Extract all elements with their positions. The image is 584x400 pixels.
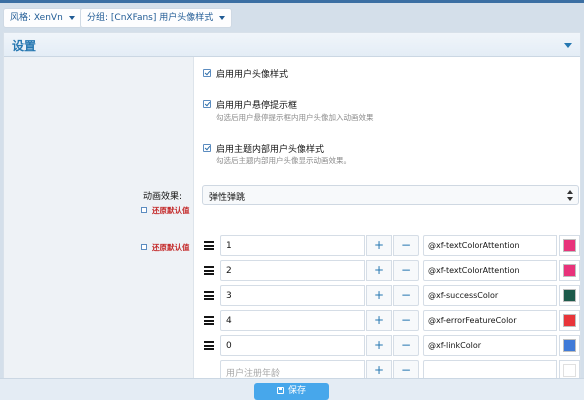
save-icon — [276, 387, 284, 394]
drag-handle-icon[interactable] — [204, 266, 214, 275]
group-chooser-value: [CnXFans] 用户头像样式 — [110, 13, 214, 23]
age-input[interactable]: 4 — [220, 310, 365, 331]
animation-label: 动画效果: — [143, 192, 183, 202]
enable-thread-avatar-hint: 勾选后主题内部用户头像显示动画效果。 — [216, 156, 351, 165]
style-chooser-label: 风格: — [10, 13, 32, 23]
color-swatch — [563, 289, 576, 302]
color-row: 0 + − @xf-linkColor — [202, 335, 582, 357]
page-title: 设置 — [12, 39, 37, 53]
drag-handle-icon[interactable] — [204, 241, 214, 250]
group-chooser-label: 分组: — [87, 13, 109, 23]
colors-reset-checkbox[interactable] — [141, 244, 147, 250]
color-picker-button[interactable] — [559, 260, 580, 281]
age-value: 1 — [226, 241, 232, 251]
color-value: @xf-linkColor — [428, 341, 482, 350]
color-swatch — [563, 364, 576, 377]
color-value: @xf-textColorAttention — [428, 266, 520, 275]
select-arrows-icon — [567, 190, 573, 201]
panel-header[interactable]: 设置 — [4, 33, 580, 57]
age-input[interactable]: 3 — [220, 285, 365, 306]
enable-avatar-style-label: 启用用户头像样式 — [216, 70, 289, 80]
color-picker-button[interactable] — [559, 285, 580, 306]
color-swatch — [563, 339, 576, 352]
decrement-button[interactable]: − — [393, 310, 419, 331]
animation-select-value: 弹性弹跳 — [209, 193, 246, 203]
form-footer: 保存 — [0, 378, 584, 400]
age-input[interactable]: 2 — [220, 260, 365, 281]
breadcrumb: 风格: XenVn 分组: [CnXFans] 用户头像样式 — [0, 3, 584, 31]
increment-button[interactable]: + — [366, 310, 392, 331]
animation-reset-label: 还原默认值 — [152, 206, 190, 215]
color-row: 4 + − @xf-errorFeatureColor — [202, 310, 582, 332]
color-value: @xf-errorFeatureColor — [428, 316, 517, 325]
increment-button[interactable]: + — [366, 285, 392, 306]
animation-select[interactable]: 弹性弹跳 — [202, 185, 579, 205]
age-value: 2 — [226, 266, 232, 276]
increment-button[interactable]: + — [366, 335, 392, 356]
decrement-button[interactable]: − — [393, 260, 419, 281]
style-chooser-value: XenVn — [33, 13, 63, 23]
group-chooser[interactable]: 分组: [CnXFans] 用户头像样式 — [80, 8, 233, 28]
age-value: 3 — [226, 291, 232, 301]
enable-avatar-style-checkbox[interactable] — [203, 69, 211, 77]
chevron-down-icon — [68, 15, 75, 20]
color-input[interactable]: @xf-successColor — [423, 285, 557, 306]
decrement-button[interactable]: − — [393, 285, 419, 306]
color-picker-button[interactable] — [559, 335, 580, 356]
color-swatch — [563, 264, 576, 277]
color-value: @xf-textColorAttention — [428, 241, 520, 250]
label-column — [4, 57, 194, 400]
age-value: 0 — [226, 341, 232, 351]
chevron-down-icon — [219, 15, 226, 20]
color-swatch — [563, 239, 576, 252]
age-input[interactable]: 1 — [220, 235, 365, 256]
drag-handle-icon[interactable] — [204, 291, 214, 300]
age-input[interactable]: 0 — [220, 335, 365, 356]
increment-button[interactable]: + — [366, 260, 392, 281]
color-row: 1 + − @xf-textColorAttention — [202, 235, 582, 257]
collapse-chevron-icon[interactable] — [564, 43, 572, 48]
increment-button[interactable]: + — [366, 235, 392, 256]
enable-tooltip-hint: 勾选后用户悬停提示框内用户头像加入动画效果 — [216, 113, 374, 122]
enable-thread-avatar-checkbox[interactable] — [203, 144, 211, 152]
color-input[interactable]: @xf-errorFeatureColor — [423, 310, 557, 331]
drag-handle-icon[interactable] — [204, 341, 214, 350]
drag-handle-icon[interactable] — [204, 316, 214, 325]
enable-tooltip-label: 启用用户悬停提示框 — [216, 101, 298, 111]
color-swatch — [563, 314, 576, 327]
color-value: @xf-successColor — [428, 291, 499, 300]
color-input[interactable]: @xf-textColorAttention — [423, 260, 557, 281]
enable-thread-avatar-label: 启用主题内部用户头像样式 — [216, 145, 325, 155]
enable-tooltip-checkbox[interactable] — [203, 100, 211, 108]
style-chooser[interactable]: 风格: XenVn — [3, 8, 82, 28]
color-picker-button[interactable] — [559, 310, 580, 331]
color-row: 2 + − @xf-textColorAttention — [202, 260, 582, 282]
save-button-label: 保存 — [287, 386, 306, 396]
color-input[interactable]: @xf-linkColor — [423, 335, 557, 356]
save-button[interactable]: 保存 — [254, 383, 329, 400]
age-value: 4 — [226, 316, 232, 326]
animation-reset-checkbox[interactable] — [141, 207, 147, 213]
settings-panel: 设置 启用用户头像样式 启用用户悬停提示框 勾选后用户悬停提示框内用户头像加入动… — [3, 32, 581, 400]
decrement-button[interactable]: − — [393, 235, 419, 256]
decrement-button[interactable]: − — [393, 335, 419, 356]
color-row: 3 + − @xf-successColor — [202, 285, 582, 307]
color-input[interactable]: @xf-textColorAttention — [423, 235, 557, 256]
color-picker-button[interactable] — [559, 235, 580, 256]
colors-reset-label: 还原默认值 — [152, 243, 190, 252]
